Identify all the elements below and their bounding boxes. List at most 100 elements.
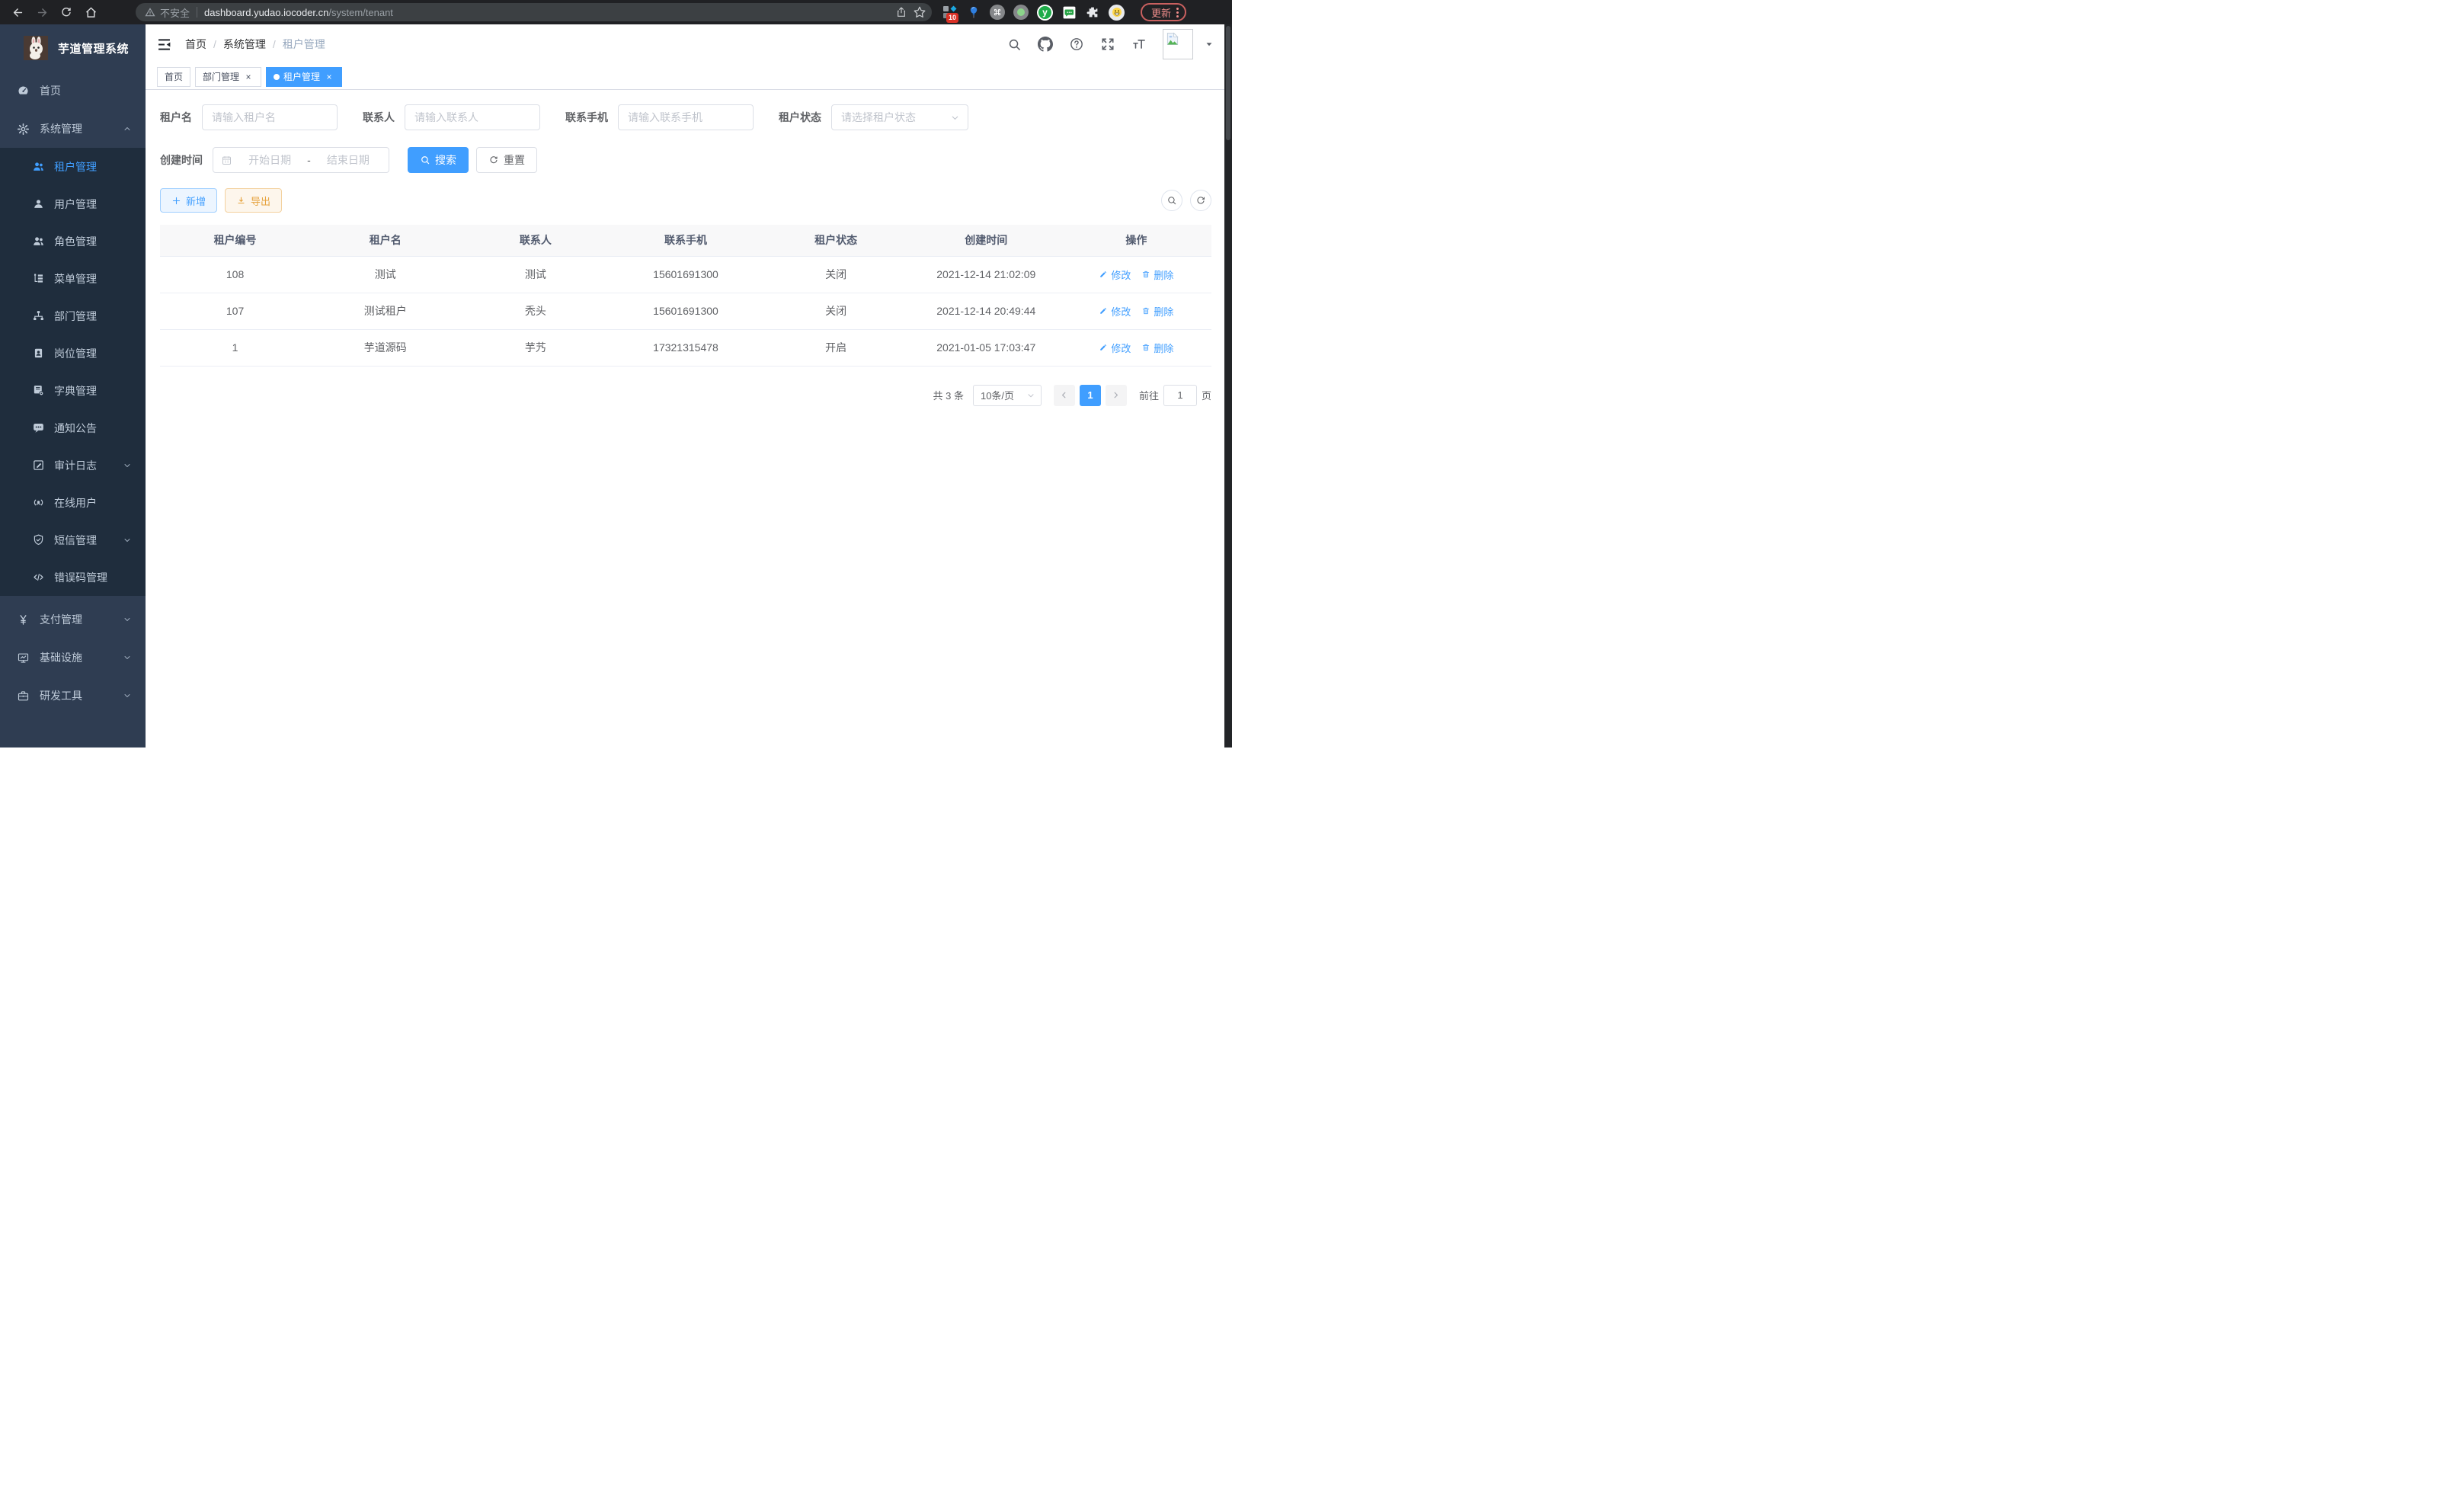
sidebar-item-12[interactable]: 短信管理 <box>0 521 146 559</box>
filter-row-1: 租户名 联系人 联系手机 租户状态 请选择租户状态 <box>160 104 1211 130</box>
sidebar-item-14[interactable]: 支付管理 <box>0 600 146 639</box>
contact-name-input[interactable] <box>405 104 540 130</box>
goto-page-input[interactable] <box>1163 385 1197 406</box>
refresh-table-button[interactable] <box>1190 190 1211 211</box>
help-icon[interactable] <box>1069 37 1084 52</box>
extension-grid-icon[interactable]: 10 <box>942 5 958 20</box>
page-size-select[interactable]: 10条/页 <box>973 385 1042 406</box>
page-scrollbar[interactable] <box>1224 24 1232 748</box>
browser-back-icon[interactable] <box>8 2 27 22</box>
sidebar-item-6[interactable]: 部门管理 <box>0 297 146 335</box>
reset-button[interactable]: 重置 <box>476 147 537 173</box>
sidebar-item-11[interactable]: 在线用户 <box>0 484 146 521</box>
edit-link[interactable]: 修改 <box>1099 267 1131 282</box>
browser-update-button[interactable]: 更新 <box>1141 3 1186 21</box>
y-logo-extension-icon[interactable]: y <box>1037 5 1053 21</box>
breadcrumb-system[interactable]: 系统管理 <box>223 37 266 52</box>
chevron-down-icon <box>123 653 132 662</box>
browser-reload-icon[interactable] <box>56 2 76 22</box>
balloon-extension-icon[interactable] <box>966 5 981 20</box>
sidebar-item-1[interactable]: 系统管理 <box>0 110 146 148</box>
fullscreen-icon[interactable] <box>1100 37 1115 52</box>
filter-label-tenant-name: 租户名 <box>160 110 192 125</box>
browser-toolbar: 不安全 dashboard.yudao.iocoder.cn/system/te… <box>0 0 1232 24</box>
sidebar-item-label: 系统管理 <box>40 121 82 136</box>
sidebar-item-7[interactable]: 岗位管理 <box>0 335 146 372</box>
browser-home-icon[interactable] <box>81 2 101 22</box>
font-size-icon[interactable] <box>1131 37 1147 52</box>
sidebar-item-10[interactable]: 审计日志 <box>0 447 146 484</box>
table-cell: 15601691300 <box>610 293 760 329</box>
tab-close-icon[interactable]: × <box>243 72 254 82</box>
tab-2[interactable]: 租户管理× <box>266 67 342 87</box>
browser-forward-icon[interactable] <box>32 2 52 22</box>
url-host: dashboard.yudao.iocoder.cn <box>204 7 328 18</box>
security-label[interactable]: 不安全 <box>160 5 190 20</box>
sidebar-item-9[interactable]: 通知公告 <box>0 409 146 447</box>
emoji-extension-icon[interactable] <box>1109 5 1125 21</box>
prev-page-button[interactable] <box>1054 385 1075 406</box>
record-extension-icon[interactable] <box>1013 5 1029 20</box>
menu-tree-icon <box>32 272 45 285</box>
tab-label: 部门管理 <box>203 70 239 83</box>
sidebar-item-5[interactable]: 菜单管理 <box>0 260 146 297</box>
tab-close-icon[interactable]: × <box>324 72 334 82</box>
chevron-down-icon <box>950 113 960 123</box>
delete-link[interactable]: 删除 <box>1141 267 1173 282</box>
edit-link[interactable]: 修改 <box>1099 341 1131 355</box>
filter-label-contact: 联系人 <box>363 110 395 125</box>
puzzle-extensions-icon[interactable] <box>1085 5 1100 20</box>
chevron-down-icon <box>123 536 132 545</box>
sidebar-item-15[interactable]: 基础设施 <box>0 639 146 677</box>
download-icon <box>236 196 246 206</box>
edit-link[interactable]: 修改 <box>1099 304 1131 319</box>
delete-link[interactable]: 删除 <box>1141 304 1173 319</box>
command-extension-icon[interactable] <box>990 5 1005 20</box>
chevron-down-icon <box>123 615 132 624</box>
search-icon[interactable] <box>1007 37 1022 52</box>
show-search-toggle-button[interactable] <box>1161 190 1182 211</box>
next-page-button[interactable] <box>1106 385 1127 406</box>
github-icon[interactable] <box>1038 37 1053 52</box>
tenant-status-select[interactable]: 请选择租户状态 <box>831 104 968 130</box>
sidebar-item-13[interactable]: 错误码管理 <box>0 559 146 596</box>
start-date-placeholder[interactable]: 开始日期 <box>237 152 302 168</box>
chat-extension-icon[interactable] <box>1061 5 1077 20</box>
page-number-1[interactable]: 1 <box>1080 385 1101 406</box>
tab-0[interactable]: 首页 <box>157 67 190 87</box>
tenant-name-input[interactable] <box>202 104 338 130</box>
sidebar-logo[interactable]: 芋道管理系统 <box>0 24 146 72</box>
breadcrumb-home[interactable]: 首页 <box>185 37 206 52</box>
table-header-cell: 操作 <box>1061 225 1211 256</box>
tab-1[interactable]: 部门管理 × <box>195 67 261 87</box>
avatar-caret-icon[interactable] <box>1205 40 1214 49</box>
payment-yen-icon <box>17 613 30 626</box>
delete-link[interactable]: 删除 <box>1141 341 1173 355</box>
bookmark-star-icon[interactable] <box>910 3 929 21</box>
sidebar-item-8[interactable]: 字典管理 <box>0 372 146 409</box>
sidebar-item-3[interactable]: 用户管理 <box>0 185 146 222</box>
search-button[interactable]: 搜索 <box>408 147 469 173</box>
table-cell: 秃头 <box>460 293 610 329</box>
sidebar-collapse-icon[interactable] <box>156 37 172 53</box>
sidebar-item-2[interactable]: 租户管理 <box>0 148 146 185</box>
error-code-icon <box>32 571 45 584</box>
create-time-range-picker[interactable]: 开始日期 - 结束日期 <box>213 147 389 173</box>
sidebar-item-4[interactable]: 角色管理 <box>0 222 146 260</box>
user-avatar[interactable] <box>1163 29 1193 59</box>
sms-shield-icon <box>32 533 45 546</box>
url-bar[interactable]: 不安全 dashboard.yudao.iocoder.cn/system/te… <box>136 3 932 21</box>
table-header-row: 租户编号租户名联系人联系手机租户状态创建时间操作 <box>160 225 1211 256</box>
table-cell: 关闭 <box>761 256 911 293</box>
export-button[interactable]: 导出 <box>225 188 282 213</box>
sidebar-item-label: 基础设施 <box>40 650 82 665</box>
share-icon[interactable] <box>892 3 910 21</box>
dictionary-icon <box>32 384 45 397</box>
browser-menu-icon[interactable] <box>1176 8 1179 18</box>
sidebar-item-16[interactable]: 研发工具 <box>0 677 146 715</box>
table-cell: 2021-12-14 20:49:44 <box>911 293 1061 329</box>
sidebar-item-0[interactable]: 首页 <box>0 72 146 110</box>
end-date-placeholder[interactable]: 结束日期 <box>315 152 381 168</box>
contact-mobile-input[interactable] <box>618 104 754 130</box>
add-button[interactable]: 新增 <box>160 188 217 213</box>
